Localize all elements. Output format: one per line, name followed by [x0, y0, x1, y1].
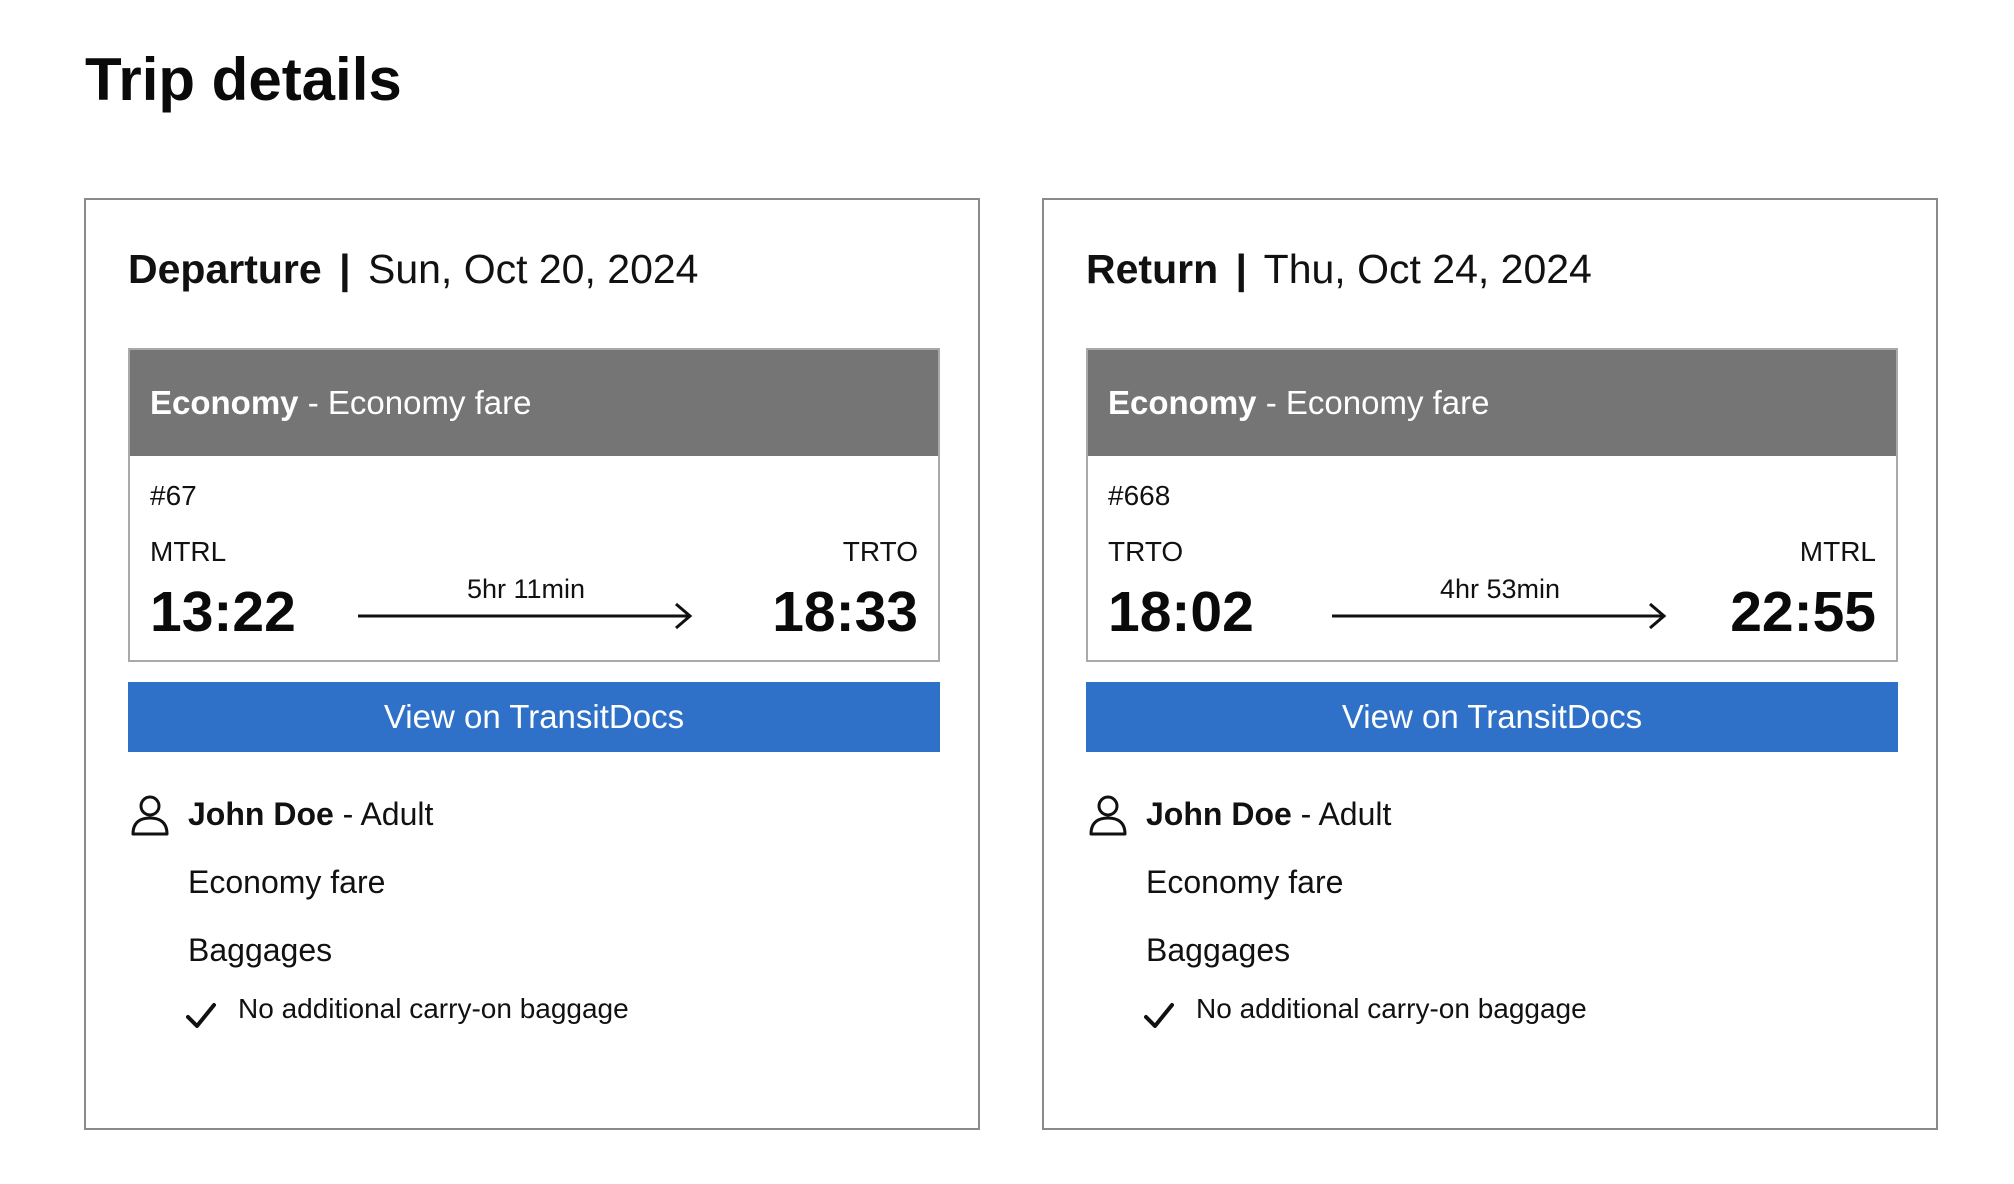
- passenger-category: Adult: [360, 796, 434, 832]
- checkmark-icon: [186, 1003, 216, 1028]
- return-ticket: Economy - Economy fare #668 TRTO MTRL 18…: [1086, 348, 1898, 662]
- passenger-line: John Doe - Adult: [188, 792, 433, 836]
- page-title: Trip details: [85, 46, 402, 113]
- arrival-time: 18:33: [772, 580, 918, 644]
- view-on-transitdocs-button[interactable]: View on TransitDocs: [128, 682, 940, 752]
- passenger-dash: -: [342, 796, 354, 832]
- return-header: Return | Thu, Oct 24, 2024: [1086, 244, 1592, 294]
- arrival-time: 22:55: [1730, 580, 1876, 644]
- baggage-title: Baggages: [1146, 932, 1291, 968]
- trip-number: #668: [1108, 480, 1171, 511]
- destination-station: TRTO: [842, 536, 918, 567]
- origin-station: MTRL: [150, 536, 227, 567]
- passenger-fare: Economy fare: [1146, 864, 1344, 900]
- passenger-fare: Economy fare: [188, 864, 386, 900]
- departure-time: 18:02: [1108, 580, 1254, 644]
- fare-class-bar: Economy - Economy fare: [1088, 350, 1896, 456]
- departure-header: Departure | Sun, Oct 20, 2024: [128, 244, 698, 294]
- return-card: Return | Thu, Oct 24, 2024 Economy - Eco…: [1042, 198, 1938, 1130]
- baggage-item: No additional carry-on baggage: [1196, 993, 1587, 1024]
- passenger-line: John Doe - Adult: [1146, 792, 1391, 836]
- fare-name: Economy fare: [1285, 384, 1490, 421]
- origin-station: TRTO: [1108, 536, 1184, 567]
- departure-ticket: Economy - Economy fare #67 MTRL TRTO 13:…: [128, 348, 940, 662]
- departure-card: Departure | Sun, Oct 20, 2024 Economy - …: [84, 198, 980, 1130]
- baggage-title: Baggages: [188, 932, 333, 968]
- header-separator: |: [1235, 246, 1247, 292]
- trip-date: Sun, Oct 20, 2024: [367, 246, 699, 292]
- trip-duration: 4hr 53min: [1439, 574, 1561, 604]
- departure-time: 13:22: [150, 580, 296, 644]
- arrow-right-icon: [1332, 602, 1667, 630]
- arrow-right-icon: [358, 602, 693, 630]
- passenger-name: John Doe: [1146, 796, 1292, 832]
- trip-number: #67: [150, 480, 197, 511]
- fare-dash: -: [1265, 384, 1277, 421]
- trip-type-label: Departure: [128, 246, 322, 292]
- fare-class-bar: Economy - Economy fare: [130, 350, 938, 456]
- fare-dash: -: [307, 384, 319, 421]
- trip-duration: 5hr 11min: [466, 574, 586, 604]
- header-separator: |: [339, 246, 351, 292]
- person-icon: [131, 795, 169, 836]
- passenger-dash: -: [1300, 796, 1312, 832]
- baggage-item: No additional carry-on baggage: [238, 993, 629, 1024]
- fare-class: Economy: [150, 384, 299, 421]
- fare-name: Economy fare: [327, 384, 532, 421]
- view-on-transitdocs-button[interactable]: View on TransitDocs: [1086, 682, 1898, 752]
- trip-type-label: Return: [1086, 246, 1219, 292]
- person-icon: [1089, 795, 1127, 836]
- passenger-name: John Doe: [188, 796, 334, 832]
- passenger-category: Adult: [1318, 796, 1392, 832]
- checkmark-icon: [1144, 1003, 1174, 1028]
- trip-date: Thu, Oct 24, 2024: [1263, 246, 1592, 292]
- destination-station: MTRL: [1799, 536, 1876, 567]
- fare-class: Economy: [1108, 384, 1257, 421]
